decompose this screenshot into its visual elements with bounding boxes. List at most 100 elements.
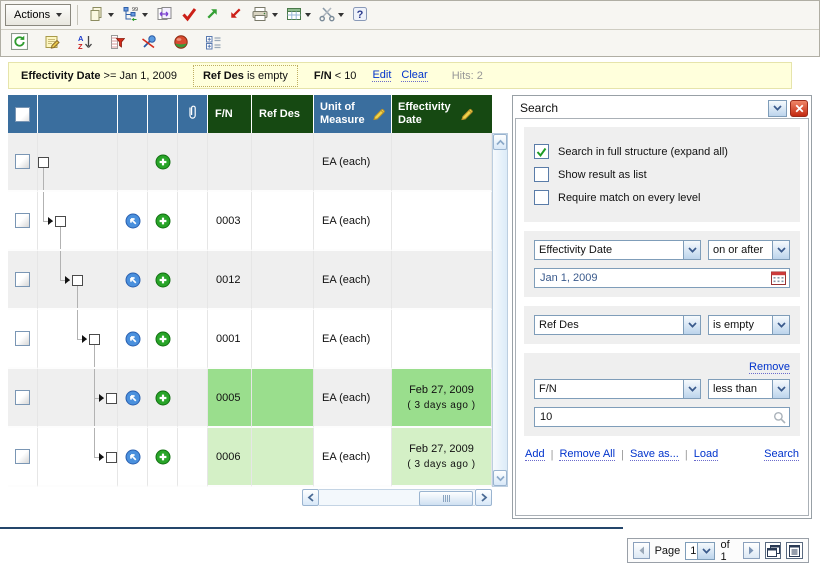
tree-expand-arrow-icon[interactable] [99, 394, 104, 402]
sort-az-icon: AZ [77, 34, 93, 53]
refdes-cell [252, 251, 314, 310]
scroll-left-button[interactable] [302, 489, 319, 506]
select-all-checkbox[interactable] [15, 107, 30, 122]
navigate-icon[interactable] [125, 331, 141, 347]
criterion-field-select[interactable]: Effectivity Date [534, 240, 701, 260]
filter-column-button[interactable] [106, 32, 128, 54]
search-action-link[interactable]: Remove All [559, 448, 615, 461]
unpin-button[interactable] [138, 32, 160, 54]
horizontal-scroll-thumb[interactable] [419, 491, 473, 506]
criterion-operator-select[interactable]: less than [708, 379, 790, 399]
insert-icon[interactable] [155, 449, 171, 465]
next-page-button[interactable] [743, 542, 760, 559]
tree-expand-arrow-icon[interactable] [65, 276, 70, 284]
tree-expand-arrow-icon[interactable] [99, 453, 104, 461]
vertical-scrollbar[interactable] [492, 133, 508, 487]
checkbox-checked[interactable] [534, 144, 549, 159]
pagination-bar: Page 1 of 1 [627, 538, 809, 563]
search-action-link[interactable]: Load [694, 448, 718, 461]
scroll-down-button[interactable] [493, 470, 507, 486]
navigate-icon[interactable] [125, 449, 141, 465]
vertical-scroll-track[interactable] [493, 150, 507, 470]
approve-check-button[interactable] [178, 4, 200, 26]
tree-node-toggle[interactable] [106, 452, 117, 463]
demote-arrow-button[interactable] [225, 4, 246, 26]
scroll-up-button[interactable] [493, 134, 507, 150]
tree-expand-arrow-icon[interactable] [82, 335, 87, 343]
insert-icon[interactable] [155, 390, 171, 406]
help-button[interactable]: ? [349, 4, 371, 26]
export-table-button[interactable] [283, 4, 314, 26]
edit-column-icon[interactable] [460, 107, 475, 121]
chevron-down-icon [772, 316, 789, 334]
toolbar-primary: Actions 99? [1, 1, 819, 30]
copy-button[interactable] [85, 4, 117, 26]
close-icon[interactable] [790, 100, 808, 117]
print-button[interactable] [248, 4, 281, 26]
search-action-link[interactable]: Add [525, 448, 545, 461]
page-select[interactable]: 1 [685, 542, 715, 560]
previous-page-button[interactable] [633, 542, 650, 559]
row-checkbox[interactable] [15, 331, 30, 346]
refdes-cell [252, 192, 314, 251]
tree-node-toggle[interactable] [38, 157, 49, 168]
tree-expand-arrow-icon[interactable] [48, 217, 53, 225]
structure-button[interactable]: 99 [119, 4, 151, 26]
horizontal-scroll-track[interactable] [319, 489, 475, 506]
navigate-icon[interactable] [125, 213, 141, 229]
panel-dropdown-button[interactable] [768, 100, 787, 117]
edit-note-button[interactable] [41, 32, 64, 54]
row-checkbox[interactable] [15, 390, 30, 405]
search-action-link[interactable]: Save as... [630, 448, 679, 461]
criterion-field-select[interactable]: Ref Des [534, 315, 701, 335]
navigate-cell [118, 428, 148, 487]
promote-arrow-button[interactable] [202, 4, 223, 26]
sphere-button[interactable] [170, 32, 192, 54]
criterion-field-select[interactable]: F/N [534, 379, 701, 399]
navigate-cell [118, 369, 148, 428]
tree-node-toggle[interactable] [106, 393, 117, 404]
insert-icon[interactable] [155, 213, 171, 229]
filter-criterion: F/N < 10 [314, 70, 357, 82]
expand-levels-button[interactable] [202, 32, 225, 54]
list-view-icon[interactable] [786, 542, 803, 559]
refdes-cell [252, 310, 314, 369]
actions-menu-button[interactable]: Actions [5, 4, 71, 26]
row-checkbox[interactable] [15, 154, 30, 169]
search-submit-link[interactable]: Search [764, 448, 799, 461]
navigate-icon[interactable] [125, 272, 141, 288]
attachments-cell [178, 428, 208, 487]
uom-cell: EA (each) [314, 428, 392, 487]
tree-node-toggle[interactable] [89, 334, 100, 345]
insert-icon[interactable] [155, 154, 171, 170]
criterion-value-input[interactable]: 10 [534, 407, 790, 427]
refresh-button[interactable] [8, 32, 31, 54]
horizontal-scrollbar[interactable] [302, 489, 492, 506]
remove-criterion-link[interactable]: Remove [749, 361, 790, 374]
calendar-icon[interactable] [771, 271, 786, 285]
clear-filter-link[interactable]: Clear [401, 69, 427, 82]
tools-button[interactable] [316, 4, 347, 26]
scroll-right-button[interactable] [475, 489, 492, 506]
checkbox[interactable] [534, 167, 549, 182]
criterion-operator-select[interactable]: on or after [708, 240, 790, 260]
navigate-icon[interactable] [125, 390, 141, 406]
compare-button[interactable] [153, 4, 176, 26]
criterion-value-input[interactable]: Jan 1, 2009 [534, 268, 790, 288]
checkbox[interactable] [534, 190, 549, 205]
edit-column-icon[interactable] [372, 107, 387, 121]
select-all-header-cell[interactable] [8, 95, 38, 133]
tree-cell [38, 310, 118, 369]
sort-az-button[interactable]: AZ [74, 32, 96, 54]
row-checkbox[interactable] [15, 213, 30, 228]
edit-filter-link[interactable]: Edit [372, 69, 391, 82]
row-checkbox[interactable] [15, 449, 30, 464]
tree-node-toggle[interactable] [55, 216, 66, 227]
criterion-operator-select[interactable]: is empty [708, 315, 790, 335]
compare-icon [156, 6, 173, 25]
structure-view-icon[interactable] [765, 542, 782, 559]
insert-icon[interactable] [155, 331, 171, 347]
insert-icon[interactable] [155, 272, 171, 288]
tree-node-toggle[interactable] [72, 275, 83, 286]
row-checkbox[interactable] [15, 272, 30, 287]
